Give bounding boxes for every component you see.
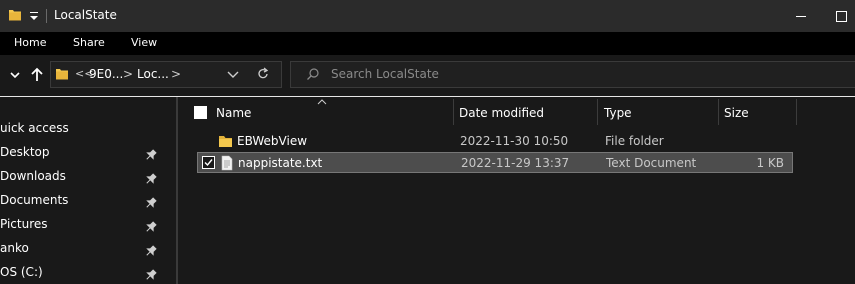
file-row[interactable]: EBWebView 2022-11-30 10:50 File folder [197,131,793,152]
navigation-pane: uick access Desktop Downloads Documents … [0,97,178,284]
nav-item-label: OS (C:) [0,265,43,279]
up-arrow-icon[interactable] [29,67,45,83]
nav-item-label: Documents [0,193,69,207]
address-dropdown-icon[interactable] [227,71,239,79]
select-all-checkbox[interactable] [194,106,207,119]
tab-view[interactable]: View [131,36,157,49]
customize-quick-access-icon[interactable] [28,9,40,23]
file-type: Text Document [606,156,697,170]
checkmark-icon [204,159,213,167]
breadcrumb-segment[interactable]: Loc... [137,67,169,81]
window-title: LocalState [54,8,117,22]
folder-icon [219,136,232,147]
file-type: File folder [605,134,664,148]
file-row-selected[interactable]: nappistate.txt 2022-11-29 13:37 Text Doc… [197,152,793,173]
tab-share[interactable]: Share [73,36,105,49]
nav-item-label: Downloads [0,169,66,183]
nav-item-label: anko [0,241,29,255]
file-name: nappistate.txt [238,156,323,170]
tab-home[interactable]: Home [14,36,46,49]
pin-icon [146,269,157,280]
nav-item-label: Desktop [0,145,50,159]
minimize-button[interactable] [778,0,824,32]
pin-icon [146,221,157,232]
recent-locations-chevron-icon[interactable] [8,67,22,83]
column-header-label: Name [216,106,252,120]
nav-item-documents[interactable]: Documents [0,191,170,215]
nav-item-anko[interactable]: anko [0,239,170,263]
pin-icon [146,245,157,256]
address-row: << 9E0... > Loc... > Search LocalState [0,55,855,96]
file-list: Name Date modified Type Size EBWebView 2… [178,97,855,284]
ribbon-tabs: Home Share View [0,32,855,55]
file-name: EBWebView [237,134,308,148]
nav-item-quick-access[interactable]: uick access [0,119,170,143]
column-header-size[interactable]: Size [719,97,797,127]
title-separator [46,9,47,23]
breadcrumb-separator[interactable]: > [123,67,133,81]
column-header-type[interactable]: Type [598,97,718,127]
folder-icon [56,69,68,80]
nav-item-pictures[interactable]: Pictures [0,215,170,239]
file-size: 1 KB [756,156,784,170]
refresh-icon[interactable] [256,67,270,81]
maximize-button[interactable] [822,0,855,32]
breadcrumb-segment[interactable]: 9E0... [89,67,123,81]
search-box[interactable]: Search LocalState [290,61,855,88]
nav-item-label: Pictures [0,217,48,231]
pin-icon [146,149,157,160]
folder-icon[interactable] [8,8,22,22]
pin-icon [146,173,157,184]
text-file-icon [221,155,233,171]
breadcrumb-separator[interactable]: > [171,67,181,81]
nav-item-label: uick access [0,121,69,135]
column-header-label: Date modified [459,106,545,120]
nav-item-downloads[interactable]: Downloads [0,167,170,191]
column-header-label: Size [724,106,749,120]
search-input[interactable]: Search LocalState [331,67,439,81]
address-bar[interactable]: << 9E0... > Loc... > [50,61,282,88]
file-date-modified: 2022-11-29 13:37 [461,156,570,170]
pin-icon [146,197,157,208]
nav-item-os-c[interactable]: OS (C:) [0,263,170,284]
title-bar: LocalState [0,0,855,32]
column-header-date[interactable]: Date modified [454,97,598,127]
file-date-modified: 2022-11-30 10:50 [460,134,569,148]
nav-item-desktop[interactable]: Desktop [0,143,170,167]
column-header-name[interactable]: Name [208,97,453,127]
row-checkbox[interactable] [202,156,215,169]
column-separator[interactable] [796,99,797,125]
search-icon [307,68,319,80]
column-header-label: Type [604,106,632,120]
